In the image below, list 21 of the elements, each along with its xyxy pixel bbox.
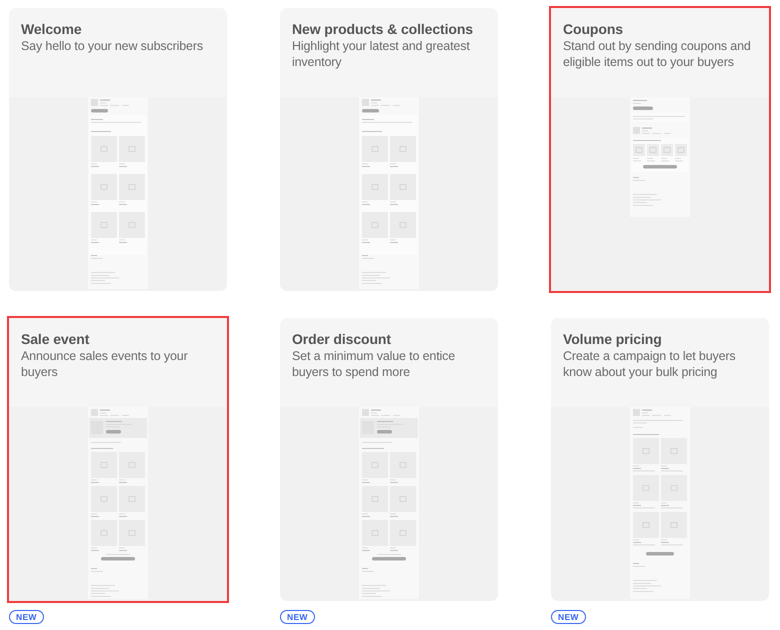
card-description: Highlight your latest and greatest inventory: [292, 38, 471, 70]
card-description: Announce sales events to your buyers: [21, 348, 189, 380]
template-card[interactable]: Welcome Say hello to your new subscribers: [7, 6, 229, 293]
new-badge: NEW: [280, 610, 315, 624]
card-title: Coupons: [563, 20, 624, 38]
template-card[interactable]: Volume pricing Create a campaign to let buyers know about your bulk pricing: [549, 316, 771, 603]
card-title: Volume pricing: [563, 330, 663, 348]
card-title: Sale event: [21, 330, 90, 348]
card-description: Stand out by sending coupons and eligible items out to your buyers: [563, 38, 752, 70]
card-title: New products & collections: [292, 20, 474, 38]
template-card[interactable]: New products & collections Highlight your latest and greatest inventory: [278, 6, 500, 293]
template-card[interactable]: Sale event Announce sales events to your buyers: [7, 316, 229, 603]
template-card[interactable]: Coupons Stand out by sending coupons and eligible items out to your buyers: [549, 6, 771, 293]
new-badge: NEW: [551, 610, 586, 624]
card-title: Order discount: [292, 330, 392, 348]
template-card[interactable]: Order discount Set a minimum value to entice buyers to spend more: [278, 316, 500, 603]
card-description: Say hello to your new subscribers: [21, 38, 204, 54]
card-title: Welcome: [21, 20, 83, 38]
card-description: Set a minimum value to entice buyers to spend more: [292, 348, 456, 380]
new-badge: NEW: [9, 610, 44, 624]
card-description: Create a campaign to let buyers know about your bulk pricing: [563, 348, 737, 380]
